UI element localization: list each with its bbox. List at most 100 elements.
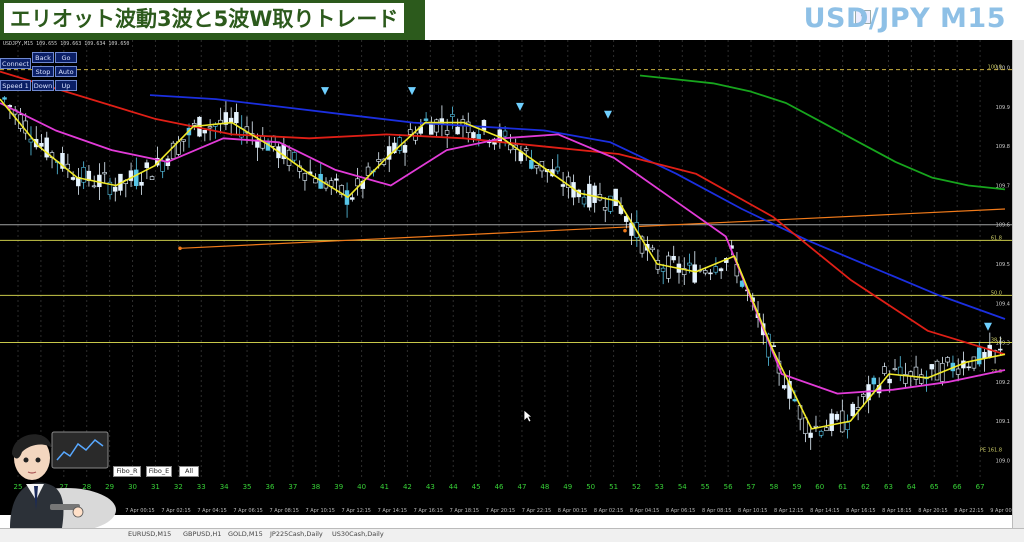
x-date-label: 8 Apr 16:15 bbox=[846, 508, 875, 514]
x-date-label: 7 Apr 12:15 bbox=[342, 508, 371, 514]
toolbar-strip: ▾ USD/JPY M15 bbox=[425, 0, 1024, 40]
candle-body bbox=[292, 152, 297, 161]
candle-body bbox=[39, 142, 44, 147]
candle-body bbox=[365, 166, 371, 176]
candle-body bbox=[134, 169, 139, 186]
candle-body bbox=[355, 178, 360, 187]
auto-button[interactable]: Auto bbox=[55, 66, 77, 77]
candle-body bbox=[149, 176, 155, 180]
candle-body bbox=[481, 120, 487, 131]
candle-body bbox=[423, 118, 429, 121]
candle-body bbox=[871, 377, 877, 385]
tab-eurusd[interactable]: EURUSD,M15 bbox=[128, 530, 171, 538]
candle-body bbox=[892, 368, 898, 370]
candle-body bbox=[861, 393, 866, 397]
candle-body bbox=[824, 427, 829, 432]
candle-body bbox=[602, 207, 608, 211]
x-date-label: 8 Apr 08:15 bbox=[702, 508, 731, 514]
candle-body bbox=[402, 145, 408, 153]
x-tick-label: 36 bbox=[266, 483, 275, 491]
candle-body bbox=[91, 185, 97, 188]
candle-body bbox=[560, 184, 566, 187]
price-axis-label: 109.5 bbox=[996, 262, 1010, 268]
candle-body bbox=[971, 356, 977, 369]
x-date-label: 7 Apr 22:15 bbox=[522, 508, 551, 514]
candle-body bbox=[692, 264, 697, 283]
x-date-label: 7 Apr 18:15 bbox=[450, 508, 479, 514]
candle-body bbox=[792, 399, 798, 402]
candle-body bbox=[112, 186, 118, 192]
right-scrollbar[interactable] bbox=[1012, 40, 1024, 528]
candle-body bbox=[234, 112, 239, 124]
x-tick-label: 61 bbox=[838, 483, 847, 491]
x-date-label: 9 Apr 00:15 bbox=[990, 508, 1012, 514]
candle-body bbox=[850, 403, 855, 417]
price-axis-label: 109.2 bbox=[996, 380, 1010, 386]
candle-body bbox=[808, 432, 813, 438]
ma-yellow-line bbox=[0, 98, 1006, 430]
candle-body bbox=[887, 378, 892, 384]
x-tick-label: 63 bbox=[884, 483, 893, 491]
fibo-e-button[interactable]: Fibo_E bbox=[146, 466, 172, 477]
candle-body bbox=[718, 268, 724, 272]
video-title-box: エリオット波動3波と5波W取りトレード bbox=[4, 3, 404, 33]
candle-body bbox=[350, 197, 355, 200]
candle-body bbox=[650, 247, 655, 251]
fibo-all-button[interactable]: All bbox=[179, 466, 199, 477]
chart-canvas[interactable]: 2526272829303132333435363738394041424344… bbox=[0, 40, 1012, 515]
x-tick-label: 41 bbox=[380, 483, 389, 491]
candle-body bbox=[987, 344, 992, 358]
price-chart[interactable]: 2526272829303132333435363738394041424344… bbox=[0, 40, 1012, 515]
candle-body bbox=[934, 360, 940, 381]
video-title-banner: エリオット波動3波と5波W取りトレード bbox=[0, 0, 425, 40]
x-tick-label: 53 bbox=[655, 483, 664, 491]
signal-arrow-icon bbox=[516, 102, 524, 111]
x-tick-label: 40 bbox=[357, 483, 366, 491]
x-tick-label: 46 bbox=[495, 483, 504, 491]
candle-body bbox=[839, 410, 845, 433]
speed-button[interactable]: Speed 1 bbox=[0, 80, 31, 91]
candle-body bbox=[555, 166, 560, 172]
up-button[interactable]: Up bbox=[55, 80, 77, 91]
tab-us30[interactable]: US30Cash,Daily bbox=[332, 530, 384, 538]
presenter-avatar bbox=[0, 418, 118, 532]
x-date-label: 8 Apr 04:15 bbox=[630, 508, 659, 514]
candle-body bbox=[955, 368, 961, 375]
x-tick-label: 34 bbox=[220, 483, 229, 491]
x-date-label: 8 Apr 20:15 bbox=[918, 508, 947, 514]
fibo-level-tag: 61.8 bbox=[991, 235, 1002, 241]
x-tick-label: 67 bbox=[976, 483, 985, 491]
x-date-label: 7 Apr 06:15 bbox=[233, 508, 262, 514]
candle-body bbox=[2, 97, 7, 100]
candle-body bbox=[592, 185, 597, 203]
candle-body bbox=[70, 177, 76, 180]
connect-button[interactable]: Connect bbox=[0, 58, 31, 69]
x-tick-label: 60 bbox=[815, 483, 824, 491]
go-button[interactable]: Go bbox=[55, 52, 77, 63]
tab-jp225[interactable]: JP225Cash,Daily bbox=[270, 530, 323, 538]
candle-body bbox=[829, 413, 834, 431]
x-date-label: 8 Apr 14:15 bbox=[810, 508, 839, 514]
signal-arrow-icon bbox=[321, 87, 329, 96]
x-tick-label: 31 bbox=[151, 483, 160, 491]
down-button[interactable]: Down bbox=[32, 80, 54, 91]
price-axis-label: 109.8 bbox=[996, 144, 1010, 150]
x-date-label: 7 Apr 10:15 bbox=[305, 508, 334, 514]
x-date-label: 7 Apr 08:15 bbox=[269, 508, 298, 514]
tab-gold[interactable]: GOLD,M15 bbox=[228, 530, 263, 538]
x-tick-label: 51 bbox=[609, 483, 618, 491]
candle-body bbox=[450, 114, 455, 118]
candle-body bbox=[702, 270, 708, 274]
candle-body bbox=[207, 126, 213, 129]
x-tick-label: 65 bbox=[930, 483, 939, 491]
tab-gbpusd[interactable]: GBPUSD,H1 bbox=[183, 530, 221, 538]
candle-body bbox=[407, 129, 413, 135]
stop-button[interactable]: Stop bbox=[32, 66, 54, 77]
x-date-label: 7 Apr 16:15 bbox=[414, 508, 443, 514]
candle-body bbox=[529, 159, 534, 169]
back-button[interactable]: Back bbox=[32, 52, 54, 63]
signal-arrow-icon bbox=[604, 110, 612, 119]
candle-body bbox=[608, 195, 613, 212]
price-axis-label: 109.6 bbox=[996, 223, 1010, 229]
signal-arrow-icon bbox=[408, 87, 416, 96]
